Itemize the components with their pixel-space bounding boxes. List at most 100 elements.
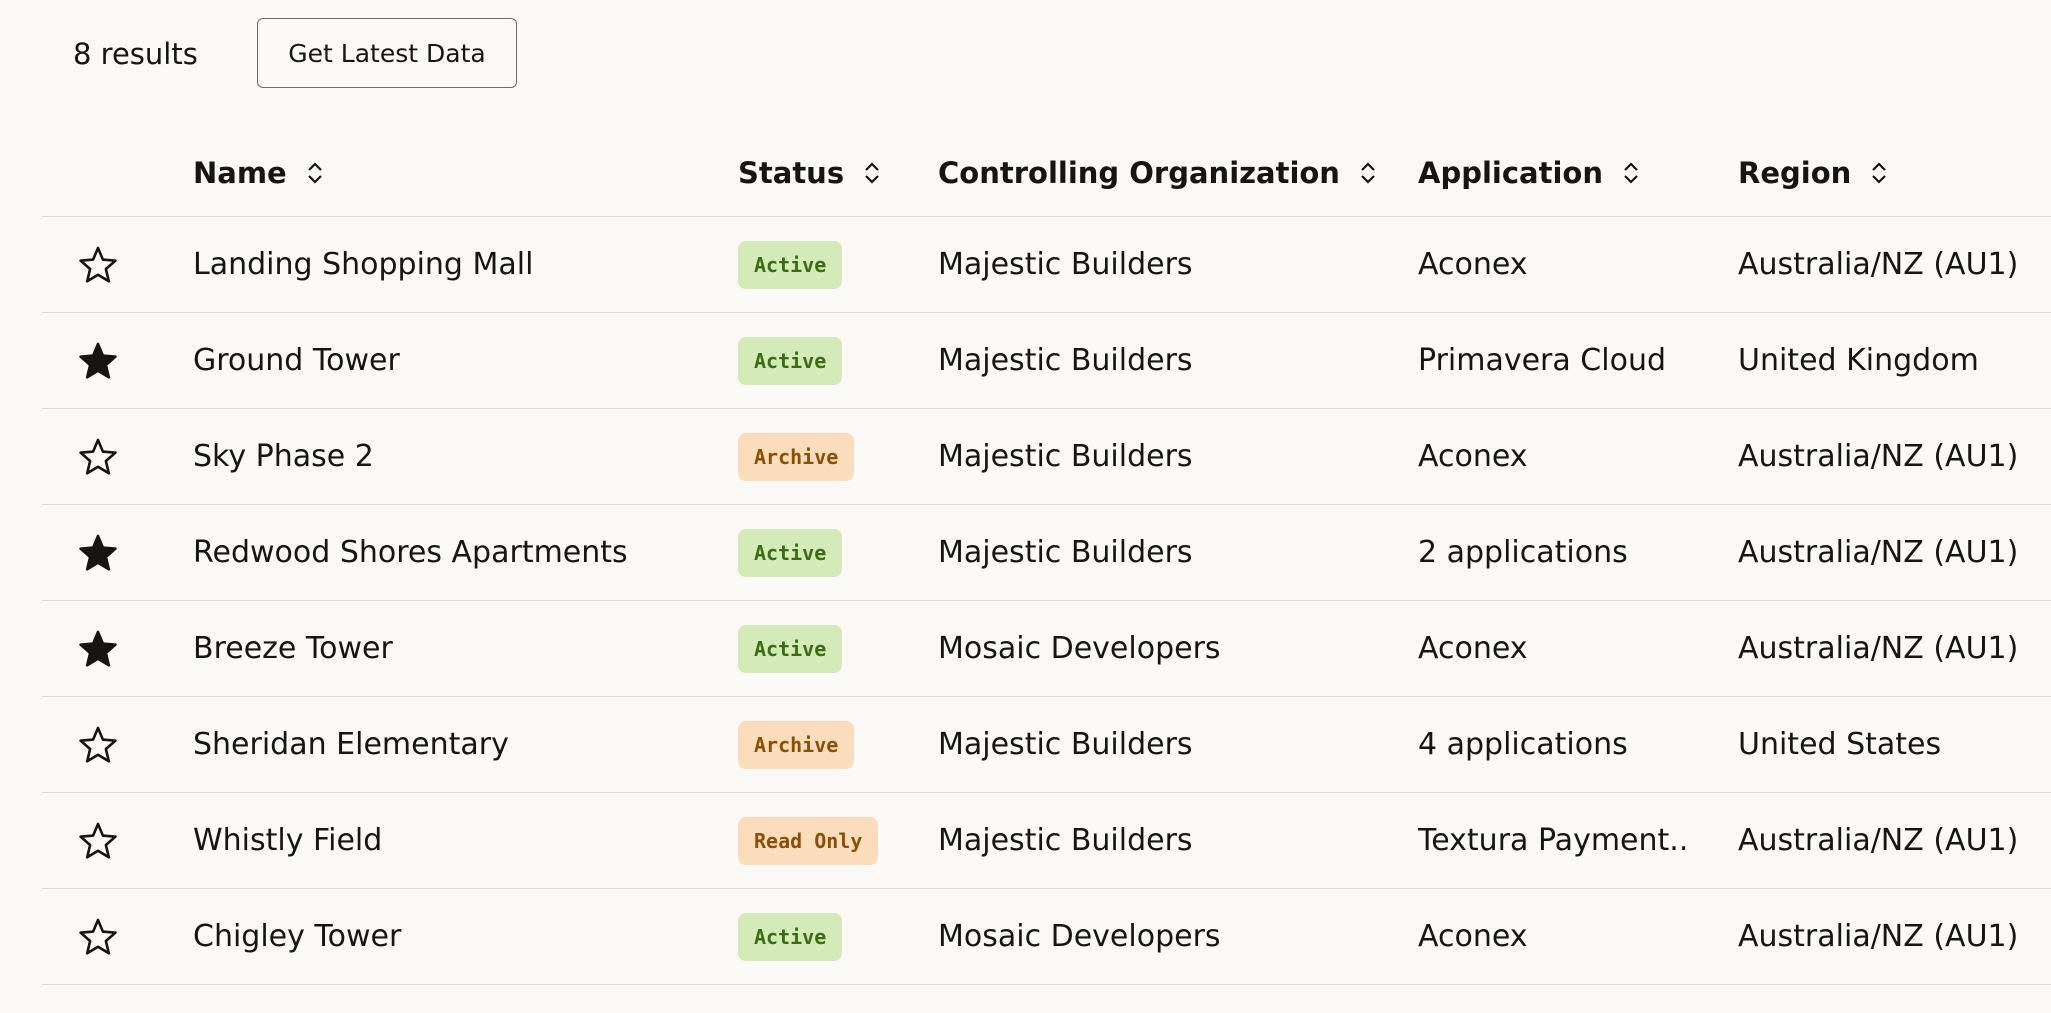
application-name: Aconex: [1418, 631, 1528, 666]
column-header-label: Status: [738, 156, 845, 190]
favorite-cell: [42, 888, 193, 985]
application-name: 4 applications: [1418, 727, 1628, 762]
status-cell: Active: [738, 216, 938, 313]
region-name: United States: [1738, 727, 1942, 762]
organization-name: Majestic Builders: [938, 535, 1193, 570]
organization-cell: Majestic Builders: [938, 696, 1418, 793]
organization-cell: Majestic Builders: [938, 312, 1418, 409]
table-row[interactable]: Sheridan Elementary Archive Majestic Build…: [42, 696, 2051, 793]
column-header-label: Application: [1418, 156, 1603, 190]
application-name: Aconex: [1418, 247, 1528, 282]
star-icon[interactable]: [78, 629, 118, 669]
name-cell[interactable]: Whistly Field: [193, 792, 738, 889]
status-cell: Active: [738, 600, 938, 697]
status-badge: Read Only: [738, 816, 879, 865]
status-badge: Active: [738, 528, 843, 577]
status-badge: Archive: [738, 432, 855, 481]
region-name: United Kingdom: [1738, 343, 1979, 378]
table-row[interactable]: Redwood Shores Apartments Active Majestic …: [42, 504, 2051, 601]
application-cell: Textura Payment..: [1418, 792, 1738, 889]
star-icon[interactable]: [78, 533, 118, 573]
star-icon[interactable]: [78, 917, 118, 957]
name-cell[interactable]: Breeze Tower: [193, 600, 738, 697]
name-cell[interactable]: Redwood Shores Apartments: [193, 504, 738, 601]
column-header-label: Region: [1738, 156, 1852, 190]
favorite-cell: [42, 696, 193, 793]
region-cell: Australia/NZ (AU1): [1738, 504, 2051, 601]
organization-name: Majestic Builders: [938, 343, 1193, 378]
name-cell[interactable]: Landing Shopping Mall: [193, 216, 738, 313]
table-header-row: Name Status Controlling Organization App…: [42, 130, 2051, 217]
column-header-controlling-organization[interactable]: Controlling Organization: [938, 130, 1418, 217]
status-cell: Active: [738, 504, 938, 601]
name-cell[interactable]: Sky Phase 2: [193, 408, 738, 505]
column-header-label: Name: [193, 156, 287, 190]
sort-icon[interactable]: [1358, 159, 1378, 187]
organization-cell: Mosaic Developers: [938, 888, 1418, 985]
sort-icon[interactable]: [1621, 159, 1641, 187]
region-name: Australia/NZ (AU1): [1738, 439, 2019, 474]
application-cell: Aconex: [1418, 888, 1738, 985]
get-latest-data-button[interactable]: Get Latest Data: [257, 18, 517, 88]
region-cell: Australia/NZ (AU1): [1738, 888, 2051, 985]
project-name[interactable]: Chigley Tower: [193, 919, 401, 954]
star-icon[interactable]: [78, 725, 118, 765]
organization-name: Majestic Builders: [938, 823, 1193, 858]
organization-name: Mosaic Developers: [938, 631, 1221, 666]
table-row[interactable]: Landing Shopping Mall Active Majestic Buil…: [42, 216, 2051, 313]
status-cell: Archive: [738, 696, 938, 793]
column-header-name[interactable]: Name: [193, 130, 738, 217]
favorite-cell: [42, 600, 193, 697]
favorite-cell: [42, 792, 193, 889]
application-cell: 4 applications: [1418, 696, 1738, 793]
star-icon[interactable]: [78, 437, 118, 477]
organization-cell: Majestic Builders: [938, 408, 1418, 505]
application-cell: Aconex: [1418, 600, 1738, 697]
star-icon[interactable]: [78, 245, 118, 285]
region-name: Australia/NZ (AU1): [1738, 823, 2019, 858]
table-row[interactable]: Chigley Tower Active Mosaic Developers Acon…: [42, 888, 2051, 985]
column-header-status[interactable]: Status: [738, 130, 938, 217]
application-cell: Aconex: [1418, 408, 1738, 505]
status-cell: Active: [738, 888, 938, 985]
region-cell: United Kingdom: [1738, 312, 2051, 409]
region-cell: United States: [1738, 696, 2051, 793]
project-name[interactable]: Breeze Tower: [193, 631, 393, 666]
region-name: Australia/NZ (AU1): [1738, 919, 2019, 954]
organization-cell: Majestic Builders: [938, 792, 1418, 889]
project-name[interactable]: Landing Shopping Mall: [193, 247, 533, 282]
project-name[interactable]: Ground Tower: [193, 343, 400, 378]
star-icon[interactable]: [78, 341, 118, 381]
project-name[interactable]: Whistly Field: [193, 823, 382, 858]
project-name[interactable]: Sheridan Elementary: [193, 727, 509, 762]
organization-cell: Majestic Builders: [938, 216, 1418, 313]
region-cell: Australia/NZ (AU1): [1738, 600, 2051, 697]
status-cell: Read Only: [738, 792, 938, 889]
table-row[interactable]: Whistly Field Read Only Majestic Builders T…: [42, 792, 2051, 889]
table-row[interactable]: Breeze Tower Active Mosaic Developers Acone…: [42, 600, 2051, 697]
status-cell: Active: [738, 312, 938, 409]
name-cell[interactable]: Sheridan Elementary: [193, 696, 738, 793]
sort-icon[interactable]: [862, 159, 882, 187]
table-row[interactable]: Ground Tower Active Majestic Builders Prima…: [42, 312, 2051, 409]
organization-name: Majestic Builders: [938, 439, 1193, 474]
column-header-application[interactable]: Application: [1418, 130, 1738, 217]
favorite-cell: [42, 504, 193, 601]
status-badge: Active: [738, 240, 843, 289]
project-name[interactable]: Redwood Shores Apartments: [193, 535, 628, 570]
application-cell: 2 applications: [1418, 504, 1738, 601]
name-cell[interactable]: Chigley Tower: [193, 888, 738, 985]
column-header-region[interactable]: Region: [1738, 130, 2051, 217]
project-name[interactable]: Sky Phase 2: [193, 439, 374, 474]
table-row[interactable]: Sky Phase 2 Archive Majestic Builders Acone…: [42, 408, 2051, 505]
sort-icon[interactable]: [305, 159, 325, 187]
sort-icon[interactable]: [1869, 159, 1889, 187]
favorite-cell: [42, 312, 193, 409]
organization-cell: Majestic Builders: [938, 504, 1418, 601]
star-icon[interactable]: [78, 821, 118, 861]
organization-name: Majestic Builders: [938, 727, 1193, 762]
status-badge: Active: [738, 624, 843, 673]
region-cell: Australia/NZ (AU1): [1738, 408, 2051, 505]
organization-cell: Mosaic Developers: [938, 600, 1418, 697]
name-cell[interactable]: Ground Tower: [193, 312, 738, 409]
